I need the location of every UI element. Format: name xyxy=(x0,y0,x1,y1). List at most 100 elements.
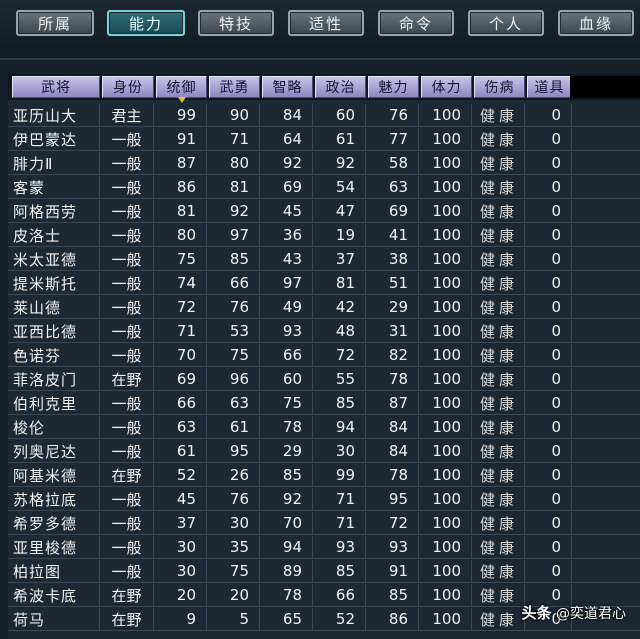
table-row[interactable]: 亚里梭德 一般 30 35 94 93 93 100 健康 0 xyxy=(8,536,640,560)
table-row[interactable]: 伊巴蒙达 一般 91 71 64 61 77 100 健康 0 xyxy=(8,128,640,152)
header-injury[interactable]: 伤病 xyxy=(474,76,525,98)
table-row[interactable]: 梭伦 一般 63 61 78 94 84 100 健康 0 xyxy=(8,416,640,440)
officer-status: 一般 xyxy=(100,248,154,271)
table-row[interactable]: 皮洛士 一般 80 97 36 19 41 100 健康 0 xyxy=(8,224,640,248)
tab-bar: 所属 能力 特技 适性 命令 个人 血缘 xyxy=(0,0,640,60)
politics-value: 54 xyxy=(313,176,366,199)
strategy-value: 69 xyxy=(260,176,313,199)
stamina-value: 100 xyxy=(419,464,472,487)
valor-value: 92 xyxy=(207,200,260,223)
table-row[interactable]: 希罗多德 一般 37 30 70 71 72 100 健康 0 xyxy=(8,512,640,536)
items-value: 0 xyxy=(525,176,572,199)
valor-value: 75 xyxy=(207,344,260,367)
politics-value: 99 xyxy=(313,464,366,487)
officer-table: 武将 身份 统御 武勇 智略 政治 魅力 体力 伤病 道具 亚历山大 君主 99 90… xyxy=(8,74,640,639)
row-filler xyxy=(572,416,640,439)
stamina-value: 100 xyxy=(419,368,472,391)
leadership-value: 20 xyxy=(154,584,207,607)
table-row[interactable]: 提米斯托 一般 74 66 97 81 51 100 健康 0 xyxy=(8,272,640,296)
table-row[interactable]: 阿格西劳 一般 81 92 45 47 69 100 健康 0 xyxy=(8,200,640,224)
officer-status: 在野 xyxy=(100,368,154,391)
tab-command[interactable]: 命令 xyxy=(378,10,454,36)
leadership-value: 30 xyxy=(154,536,207,559)
injury-value: 健康 xyxy=(472,464,525,487)
row-filler xyxy=(572,560,640,583)
header-leadership[interactable]: 统御 xyxy=(156,76,207,103)
charisma-value: 86 xyxy=(366,608,419,631)
injury-value: 健康 xyxy=(472,608,525,631)
table-row[interactable]: 腓力Ⅱ 一般 87 80 92 92 58 100 健康 0 xyxy=(8,152,640,176)
officer-name: 荷马 xyxy=(8,608,100,631)
header-officer[interactable]: 武将 xyxy=(12,76,100,98)
leadership-value: 66 xyxy=(154,392,207,415)
officer-status: 一般 xyxy=(100,128,154,151)
row-filler xyxy=(572,176,640,199)
officer-name: 伊巴蒙达 xyxy=(8,128,100,151)
stamina-value: 100 xyxy=(419,392,472,415)
officer-name: 梭伦 xyxy=(8,416,100,439)
politics-value: 72 xyxy=(313,344,366,367)
strategy-value: 65 xyxy=(260,608,313,631)
charisma-value: 77 xyxy=(366,128,419,151)
strategy-value: 29 xyxy=(260,440,313,463)
tab-ability[interactable]: 能力 xyxy=(107,10,185,36)
tab-affiliation[interactable]: 所属 xyxy=(16,10,94,36)
table-row[interactable]: 菲洛皮门 在野 69 96 60 55 78 100 健康 0 xyxy=(8,368,640,392)
table-row[interactable]: 莱山德 一般 72 76 49 42 29 100 健康 0 xyxy=(8,296,640,320)
stamina-value: 100 xyxy=(419,440,472,463)
injury-value: 健康 xyxy=(472,176,525,199)
table-row[interactable]: 苏格拉底 一般 45 76 92 71 95 100 健康 0 xyxy=(8,488,640,512)
tab-aptitude[interactable]: 适性 xyxy=(288,10,364,36)
charisma-value: 38 xyxy=(366,248,419,271)
strategy-value: 84 xyxy=(260,104,313,127)
officer-name: 亚里梭德 xyxy=(8,536,100,559)
header-charisma[interactable]: 魅力 xyxy=(368,76,419,98)
tab-personal[interactable]: 个人 xyxy=(468,10,544,36)
politics-value: 85 xyxy=(313,560,366,583)
header-items[interactable]: 道具 xyxy=(527,76,572,98)
officer-name: 亚历山大 xyxy=(8,104,100,127)
injury-value: 健康 xyxy=(472,392,525,415)
table-row[interactable]: 柏拉图 一般 30 75 89 85 91 100 健康 0 xyxy=(8,560,640,584)
table-row[interactable]: 阿基米德 在野 52 26 85 99 78 100 健康 0 xyxy=(8,464,640,488)
politics-value: 61 xyxy=(313,128,366,151)
header-status[interactable]: 身份 xyxy=(102,76,154,98)
valor-value: 66 xyxy=(207,272,260,295)
charisma-value: 29 xyxy=(366,296,419,319)
row-filler xyxy=(572,224,640,247)
strategy-value: 49 xyxy=(260,296,313,319)
leadership-value: 30 xyxy=(154,560,207,583)
charisma-value: 93 xyxy=(366,536,419,559)
items-value: 0 xyxy=(525,104,572,127)
table-row[interactable]: 亚历山大 君主 99 90 84 60 76 100 健康 0 xyxy=(8,104,640,128)
table-row[interactable]: 色诺芬 一般 70 75 66 72 82 100 健康 0 xyxy=(8,344,640,368)
stamina-value: 100 xyxy=(419,104,472,127)
officer-name: 苏格拉底 xyxy=(8,488,100,511)
header-politics[interactable]: 政治 xyxy=(315,76,366,98)
header-valor[interactable]: 武勇 xyxy=(209,76,260,98)
strategy-value: 94 xyxy=(260,536,313,559)
leadership-value: 74 xyxy=(154,272,207,295)
header-stamina[interactable]: 体力 xyxy=(421,76,472,98)
table-row[interactable]: 米太亚德 一般 75 85 43 37 38 100 健康 0 xyxy=(8,248,640,272)
row-filler xyxy=(572,128,640,151)
politics-value: 55 xyxy=(313,368,366,391)
items-value: 0 xyxy=(525,488,572,511)
items-value: 0 xyxy=(525,200,572,223)
table-row[interactable]: 亚西比德 一般 71 53 93 48 31 100 健康 0 xyxy=(8,320,640,344)
politics-value: 52 xyxy=(313,608,366,631)
tab-lineage[interactable]: 血缘 xyxy=(558,10,634,36)
valor-value: 85 xyxy=(207,248,260,271)
table-row[interactable]: 伯利克里 一般 66 63 75 85 87 100 健康 0 xyxy=(8,392,640,416)
table-row[interactable]: 列奥尼达 一般 61 95 29 30 84 100 健康 0 xyxy=(8,440,640,464)
officer-status: 一般 xyxy=(100,440,154,463)
tab-skills[interactable]: 特技 xyxy=(198,10,274,36)
header-strategy[interactable]: 智略 xyxy=(262,76,313,98)
stamina-value: 100 xyxy=(419,248,472,271)
row-filler xyxy=(572,512,640,535)
table-row[interactable]: 客蒙 一般 86 81 69 54 63 100 健康 0 xyxy=(8,176,640,200)
strategy-value: 60 xyxy=(260,368,313,391)
watermark-handle: @奕道君心 xyxy=(556,606,626,622)
stamina-value: 100 xyxy=(419,536,472,559)
officer-status: 一般 xyxy=(100,296,154,319)
